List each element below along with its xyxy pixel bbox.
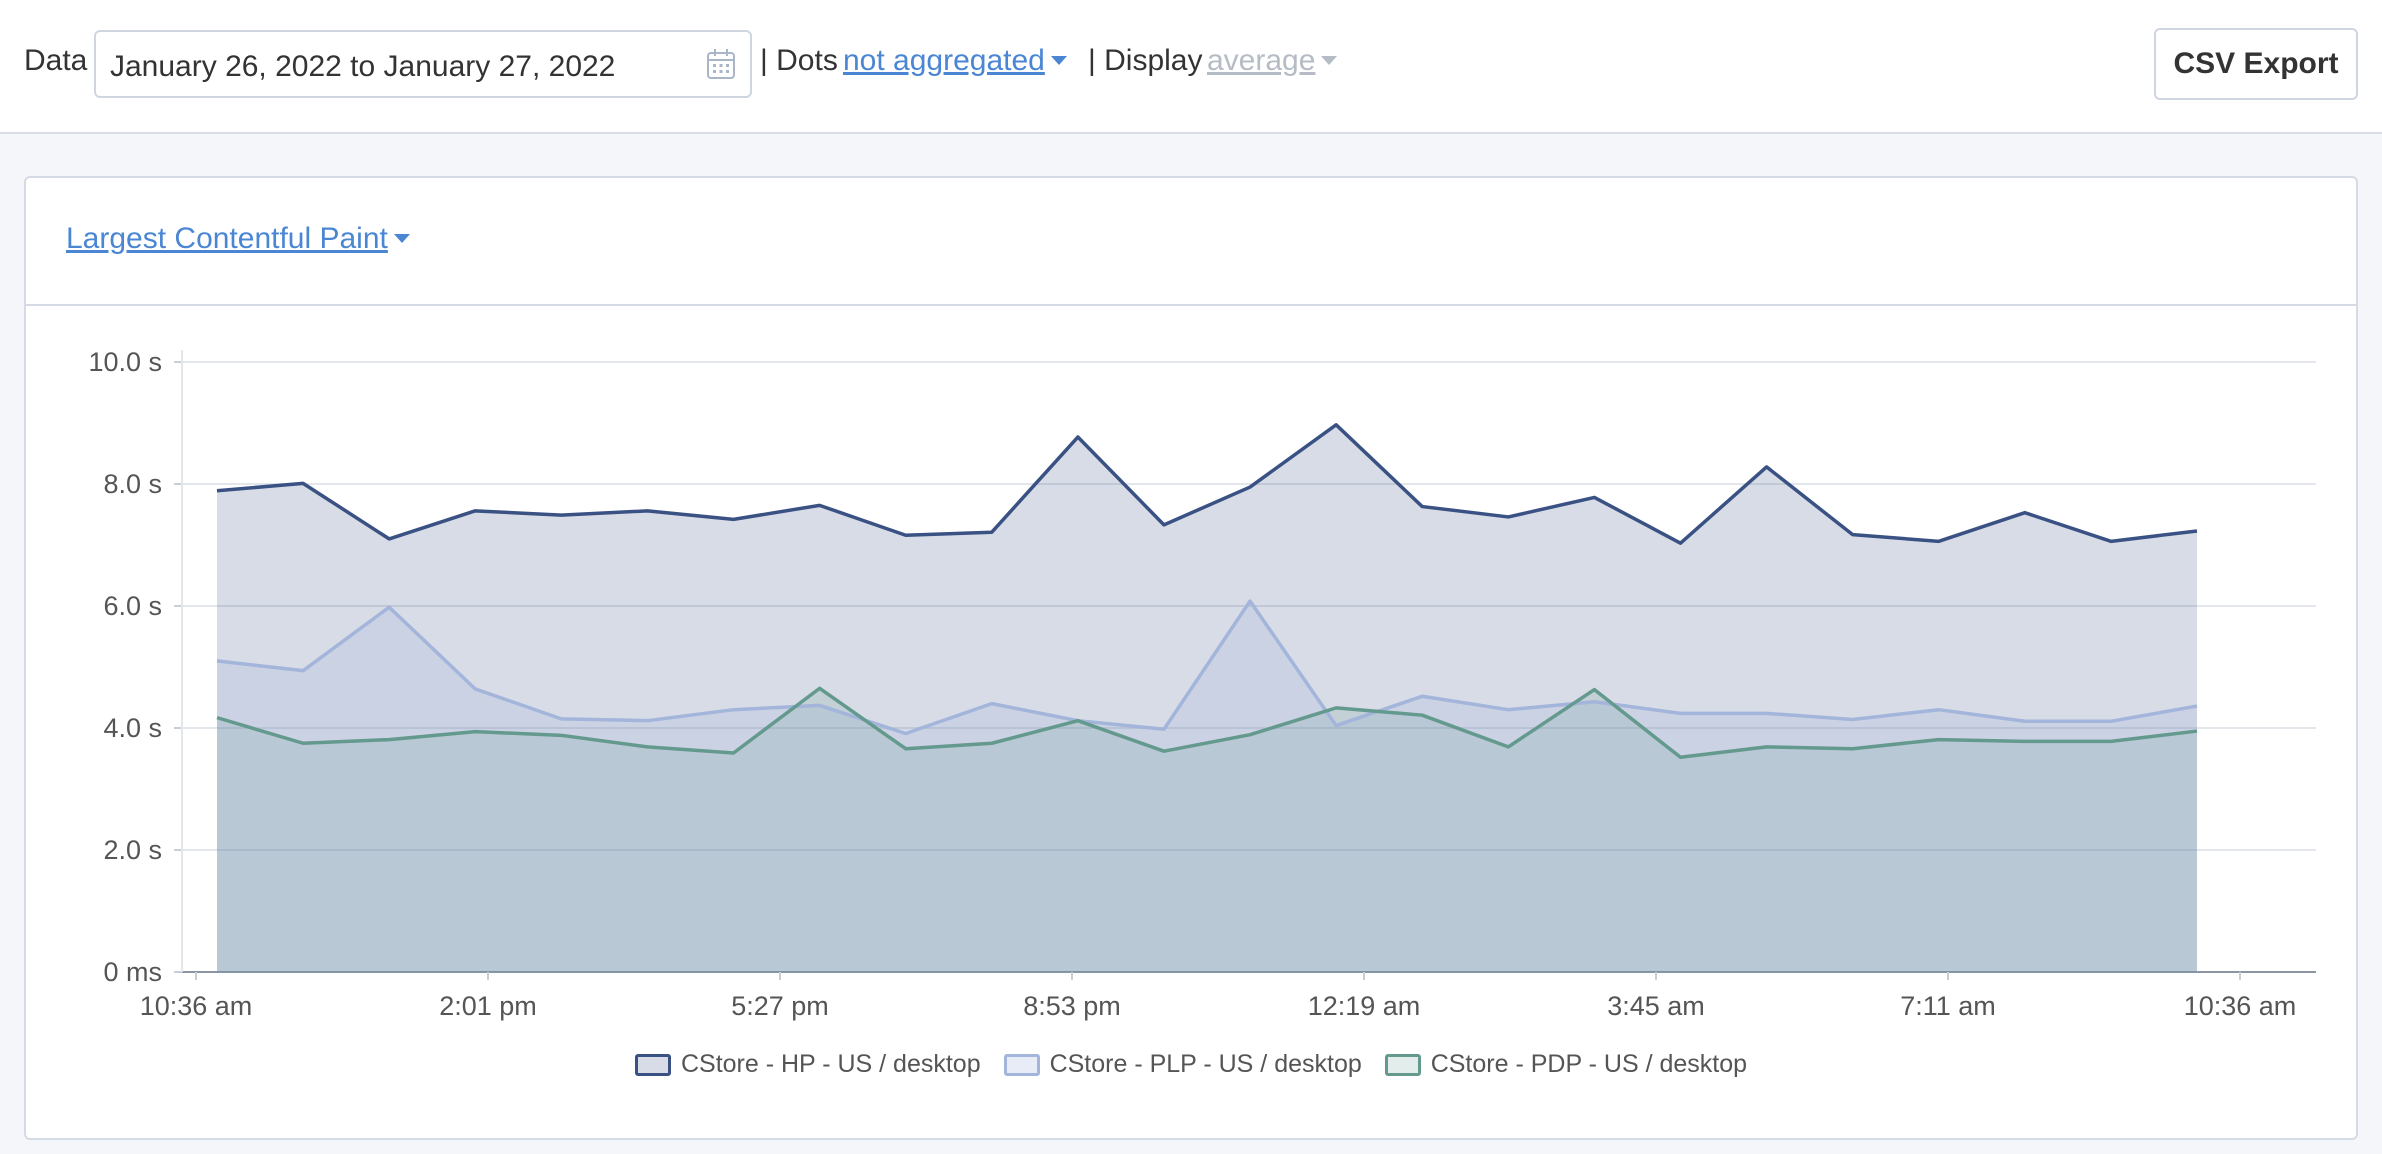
data-point-cstore-hp-us-desktop bbox=[558, 512, 564, 518]
data-point-cstore-pdp-us-desktop bbox=[386, 737, 392, 743]
data-point-cstore-plp-us-desktop bbox=[731, 707, 737, 713]
data-point-cstore-pdp-us-desktop bbox=[1677, 754, 1683, 760]
data-point-cstore-pdp-us-desktop bbox=[300, 740, 306, 746]
data-point-cstore-plp-us-desktop bbox=[1419, 693, 1425, 699]
data-point-cstore-hp-us-desktop bbox=[1075, 434, 1081, 440]
data-point-cstore-plp-us-desktop bbox=[558, 716, 564, 722]
data-point-cstore-hp-us-desktop bbox=[2022, 510, 2028, 516]
legend-item-pdp[interactable]: CStore - PDP - US / desktop bbox=[1384, 1050, 1748, 1079]
data-point-cstore-hp-us-desktop bbox=[1419, 504, 1425, 510]
data-point-cstore-pdp-us-desktop bbox=[1505, 744, 1511, 750]
data-point-cstore-hp-us-desktop bbox=[1333, 422, 1339, 428]
data-point-cstore-pdp-us-desktop bbox=[731, 750, 737, 756]
legend-swatch-plp bbox=[1003, 1054, 1040, 1077]
data-point-cstore-hp-us-desktop bbox=[731, 516, 737, 522]
y-tick-label: 10.0 s bbox=[88, 347, 162, 377]
x-tick-label: 7:11 am bbox=[1900, 991, 1996, 1021]
data-point-cstore-plp-us-desktop bbox=[2022, 718, 2028, 724]
x-tick-label: 3:45 am bbox=[1607, 991, 1705, 1021]
data-point-cstore-pdp-us-desktop bbox=[1936, 737, 1942, 743]
data-point-cstore-pdp-us-desktop bbox=[558, 732, 564, 738]
data-point-cstore-plp-us-desktop bbox=[300, 668, 306, 674]
data-point-cstore-pdp-us-desktop bbox=[1075, 718, 1081, 724]
data-point-cstore-hp-us-desktop bbox=[1591, 494, 1597, 500]
data-point-cstore-plp-us-desktop bbox=[472, 686, 478, 692]
data-point-cstore-hp-us-desktop bbox=[1247, 484, 1253, 490]
data-point-cstore-hp-us-desktop bbox=[1936, 538, 1942, 544]
data-point-cstore-plp-us-desktop bbox=[1161, 726, 1167, 732]
data-point-cstore-plp-us-desktop bbox=[989, 701, 995, 707]
legend-label-plp: CStore - PLP - US / desktop bbox=[1049, 1050, 1362, 1078]
data-point-cstore-hp-us-desktop bbox=[903, 532, 909, 538]
data-point-cstore-plp-us-desktop bbox=[1591, 699, 1597, 705]
data-point-cstore-plp-us-desktop bbox=[2194, 703, 2200, 709]
y-tick-label: 4.0 s bbox=[103, 713, 162, 743]
y-tick-label: 8.0 s bbox=[103, 469, 162, 499]
data-point-cstore-plp-us-desktop bbox=[817, 702, 823, 708]
x-tick-label: 2:01 pm bbox=[439, 991, 537, 1021]
data-point-cstore-pdp-us-desktop bbox=[2194, 728, 2200, 734]
data-point-cstore-hp-us-desktop bbox=[2108, 538, 2114, 544]
data-point-cstore-plp-us-desktop bbox=[214, 658, 220, 664]
data-point-cstore-pdp-us-desktop bbox=[644, 744, 650, 750]
data-point-cstore-pdp-us-desktop bbox=[903, 746, 909, 752]
data-point-cstore-hp-us-desktop bbox=[644, 508, 650, 514]
data-point-cstore-plp-us-desktop bbox=[1936, 707, 1942, 713]
legend-swatch-hp bbox=[634, 1054, 671, 1077]
data-point-cstore-pdp-us-desktop bbox=[1850, 746, 1856, 752]
data-point-cstore-plp-us-desktop bbox=[2108, 718, 2114, 724]
data-point-cstore-hp-us-desktop bbox=[1850, 532, 1856, 538]
data-point-cstore-plp-us-desktop bbox=[1850, 716, 1856, 722]
data-point-cstore-pdp-us-desktop bbox=[2022, 738, 2028, 744]
legend-label-pdp: CStore - PDP - US / desktop bbox=[1430, 1050, 1748, 1078]
data-point-cstore-hp-us-desktop bbox=[989, 529, 995, 535]
data-point-cstore-hp-us-desktop bbox=[1764, 464, 1770, 470]
x-tick-label: 12:19 am bbox=[1308, 991, 1421, 1021]
data-point-cstore-hp-us-desktop bbox=[214, 488, 220, 494]
data-point-cstore-hp-us-desktop bbox=[2194, 528, 2200, 534]
x-tick-label: 10:36 am bbox=[140, 991, 253, 1021]
y-tick-label: 6.0 s bbox=[103, 591, 162, 621]
data-point-cstore-pdp-us-desktop bbox=[989, 740, 995, 746]
data-point-cstore-hp-us-desktop bbox=[1161, 522, 1167, 528]
data-point-cstore-pdp-us-desktop bbox=[817, 685, 823, 691]
data-point-cstore-pdp-us-desktop bbox=[214, 715, 220, 721]
data-point-cstore-hp-us-desktop bbox=[386, 536, 392, 542]
data-point-cstore-plp-us-desktop bbox=[1333, 723, 1339, 729]
data-point-cstore-pdp-us-desktop bbox=[1591, 687, 1597, 693]
data-point-cstore-plp-us-desktop bbox=[1764, 710, 1770, 716]
legend-item-hp[interactable]: CStore - HP - US / desktop bbox=[634, 1050, 981, 1079]
data-point-cstore-plp-us-desktop bbox=[386, 604, 392, 610]
data-point-cstore-pdp-us-desktop bbox=[1161, 748, 1167, 754]
data-point-cstore-plp-us-desktop bbox=[644, 718, 650, 724]
legend-label-hp: CStore - HP - US / desktop bbox=[680, 1050, 981, 1078]
data-point-cstore-pdp-us-desktop bbox=[1247, 732, 1253, 738]
y-tick-label: 2.0 s bbox=[103, 835, 162, 865]
data-point-cstore-hp-us-desktop bbox=[1677, 540, 1683, 546]
data-point-cstore-hp-us-desktop bbox=[300, 480, 306, 486]
data-point-cstore-plp-us-desktop bbox=[1505, 707, 1511, 713]
data-point-cstore-pdp-us-desktop bbox=[1333, 705, 1339, 711]
data-point-cstore-hp-us-desktop bbox=[472, 508, 478, 514]
data-point-cstore-pdp-us-desktop bbox=[1419, 712, 1425, 718]
y-tick-label: 0 ms bbox=[103, 957, 162, 987]
data-point-cstore-pdp-us-desktop bbox=[472, 729, 478, 735]
data-point-cstore-plp-us-desktop bbox=[1677, 710, 1683, 716]
lcp-area-chart: 0 ms 2.0 s 4.0 s 6.0 s 8.0 s 10.0 s 10:36 am 2:… bbox=[88, 347, 2316, 1021]
data-point-cstore-pdp-us-desktop bbox=[2108, 738, 2114, 744]
x-tick-label: 8:53 pm bbox=[1023, 991, 1121, 1021]
data-point-cstore-pdp-us-desktop bbox=[1764, 744, 1770, 750]
legend-swatch-pdp bbox=[1384, 1054, 1421, 1077]
data-point-cstore-plp-us-desktop bbox=[1247, 598, 1253, 604]
legend-item-plp[interactable]: CStore - PLP - US / desktop bbox=[1003, 1050, 1362, 1079]
chart-legend: CStore - HP - US / desktop CStore - PLP … bbox=[0, 1050, 2382, 1079]
data-point-cstore-plp-us-desktop bbox=[903, 730, 909, 736]
x-tick-label: 10:36 am bbox=[2184, 991, 2297, 1021]
x-tick-label: 5:27 pm bbox=[731, 991, 829, 1021]
data-point-cstore-hp-us-desktop bbox=[1505, 514, 1511, 520]
data-point-cstore-hp-us-desktop bbox=[817, 502, 823, 508]
